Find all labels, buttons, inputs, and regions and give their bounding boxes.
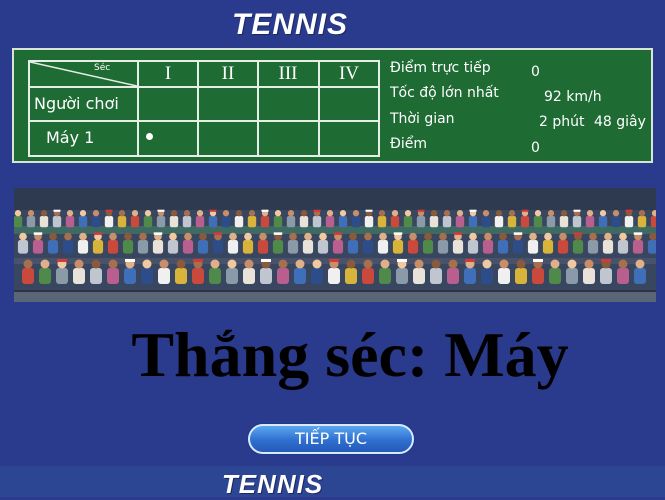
set-score-table: Séc I II III IV Người chơi Máy 1 [28,60,380,157]
continue-button[interactable]: TIẾP TỤC [248,424,414,454]
tennis-logo-bottom: TENNIS [221,469,324,499]
set-header-4: IV [338,63,360,84]
set-result-message: Thắng séc: Máy [131,319,569,390]
time-seconds: 48 giây [594,114,646,130]
crowd-image [14,188,656,302]
set-header-2: II [221,63,235,84]
header-diagonal [30,62,137,86]
set-corner-label: Séc [94,63,111,73]
scoreboard-panel: Séc I II III IV Người chơi Máy 1 Điểm tr… [12,48,653,163]
set-header-3: III [278,63,298,84]
crowd-illustration [14,188,656,302]
time-label: Thời gian [390,111,455,127]
points-value: 0 [531,140,540,156]
cpu-row-label: Máy 1 [46,128,95,147]
live-points-value: 0 [531,64,540,80]
points-label: Điểm [390,136,427,152]
top-speed-label: Tốc độ lớn nhất [390,85,499,101]
top-speed-value: 92 km/h [544,89,602,105]
tennis-logo-top: TENNIS [231,8,348,41]
time-minutes: 2 phút [539,114,585,130]
grid-line [30,120,378,122]
live-points-label: Điểm trực tiếp [390,60,491,76]
set-header-1: I [164,63,172,84]
serve-indicator-icon [146,133,153,140]
player-row-label: Người chơi [34,94,119,113]
grid-line [30,86,378,88]
